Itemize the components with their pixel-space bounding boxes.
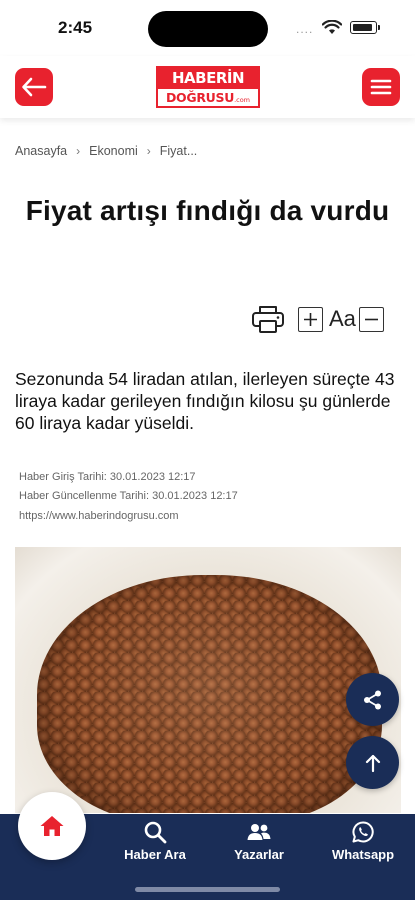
users-icon	[247, 824, 271, 840]
image-shading	[37, 575, 382, 813]
status-time: 2:45	[58, 18, 93, 37]
breadcrumb-current: Fiyat...	[159, 144, 198, 158]
nav-search-label: Haber Ara	[124, 847, 186, 862]
update-date: Haber Güncellenme Tarihi: 30.01.2023 12:…	[19, 490, 238, 502]
minus-icon	[364, 318, 378, 320]
article-tools: Aa	[250, 302, 384, 336]
breadcrumb-category[interactable]: Ekonomi	[89, 144, 138, 158]
whatsapp-icon	[352, 821, 374, 843]
back-button[interactable]	[15, 68, 53, 106]
chevron-right-icon: ›	[146, 144, 151, 158]
font-size-label: Aa	[329, 306, 356, 331]
printer-icon	[252, 306, 284, 333]
arrow-up-icon	[365, 754, 380, 772]
home-icon	[40, 816, 64, 836]
article-image	[15, 547, 401, 813]
search-icon	[144, 821, 167, 844]
share-icon	[363, 690, 381, 709]
nav-whatsapp[interactable]: Whatsapp	[318, 820, 408, 862]
logo-top-text: HABERİN	[158, 68, 258, 89]
battery-icon	[350, 21, 380, 34]
scroll-top-button[interactable]	[346, 736, 399, 789]
nav-authors[interactable]: Yazarlar	[214, 820, 304, 862]
font-decrease-button[interactable]	[358, 306, 384, 332]
nav-whatsapp-label: Whatsapp	[331, 847, 395, 862]
breadcrumb-home[interactable]: Anasayfa	[15, 144, 67, 158]
breadcrumb: Anasayfa › Ekonomi › Fiyat...	[15, 144, 197, 158]
site-logo[interactable]: HABERİN DOĞRUSU.com	[156, 66, 260, 108]
home-tab[interactable]	[18, 792, 86, 860]
plus-icon	[304, 312, 317, 326]
publish-date: Haber Giriş Tarihi: 30.01.2023 12:17	[19, 471, 196, 483]
dynamic-island	[148, 11, 268, 47]
status-bar: 2:45 ....	[0, 0, 415, 56]
article-title: Fiyat artışı fındığı da vurdu	[25, 195, 390, 226]
font-increase-button[interactable]	[298, 306, 323, 332]
chevron-right-icon: ›	[76, 144, 81, 158]
article-summary: Sezonunda 54 liradan atılan, ilerleyen s…	[15, 369, 395, 433]
nav-search[interactable]: Haber Ara	[110, 820, 200, 862]
logo-bottom-text: DOĞRUSU.com	[165, 90, 251, 105]
signal-dots: ....	[296, 22, 314, 36]
source-url: https://www.haberindogrusu.com	[19, 510, 179, 522]
app-header: HABERİN DOĞRUSU.com	[0, 56, 415, 118]
arrow-left-icon	[22, 77, 47, 97]
hamburger-menu-icon	[370, 79, 392, 95]
share-button[interactable]	[346, 673, 399, 726]
nav-authors-label: Yazarlar	[234, 847, 284, 862]
wifi-icon	[322, 20, 342, 34]
menu-button[interactable]	[362, 68, 400, 106]
home-indicator	[135, 887, 280, 892]
print-button[interactable]	[250, 302, 286, 336]
